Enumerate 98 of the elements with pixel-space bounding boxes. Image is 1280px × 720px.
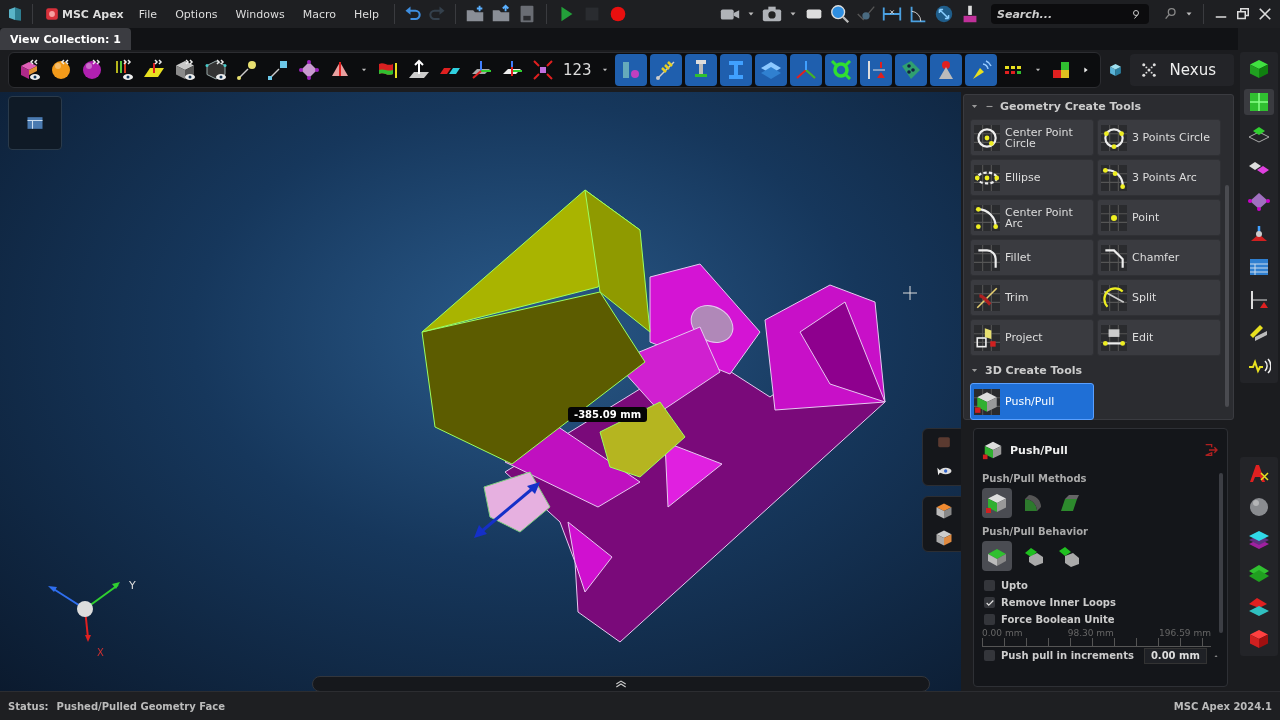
cube-icon[interactable] [1247, 57, 1271, 81]
point-tool-icon [1101, 204, 1127, 231]
checkbox[interactable] [984, 650, 995, 661]
circle-tool-icon [974, 124, 1000, 151]
part-visibility-icon[interactable] [18, 58, 42, 82]
grid-plus-icon[interactable] [1247, 90, 1271, 114]
arc-tool-icon [1101, 164, 1127, 191]
method-option[interactable] [982, 488, 1012, 518]
search-field[interactable]: Search... [991, 4, 1149, 24]
info-search-icon[interactable] [829, 3, 851, 25]
increment-field[interactable]: 0.00 mm [1143, 647, 1207, 664]
arc-tool-icon [974, 204, 1000, 231]
scale-label: 98.30 mm [1067, 628, 1114, 638]
tool-button[interactable]: 3 Points Arc [1097, 159, 1221, 196]
tool-button[interactable]: Fillet [970, 239, 1094, 276]
dots-cross-icon [1139, 61, 1158, 79]
behavior-option[interactable] [982, 541, 1012, 571]
wire-cube-visibility-icon[interactable] [204, 58, 228, 82]
direction-arrow[interactable] [474, 482, 540, 538]
menu-item[interactable]: Help [347, 5, 387, 23]
chamfer-tool-icon [1101, 244, 1127, 271]
view-widget[interactable] [8, 96, 62, 150]
group-label: Push/Pull Methods [982, 473, 1088, 484]
sphere-icon[interactable] [1247, 495, 1271, 519]
sphere-icon[interactable] [80, 58, 104, 82]
checkbox[interactable] [984, 580, 995, 591]
tool-button[interactable]: Push/Pull [970, 383, 1094, 420]
version-label: MSC Apex 2024.1 [1173, 700, 1272, 712]
status-message: Pushed/Pulled Geometry Face [56, 700, 225, 712]
option-label: Force Boolean Unite [1001, 614, 1115, 625]
scrollbar[interactable] [1219, 473, 1223, 633]
option-label: Push pull in increments [1001, 650, 1134, 661]
ring-icon[interactable] [828, 58, 853, 82]
nexus-button[interactable]: Nexus [1129, 54, 1234, 86]
tool-button[interactable]: Trim [970, 279, 1094, 316]
circle-arrows-icon[interactable] [933, 3, 955, 25]
option-label: Upto [1001, 580, 1028, 591]
tool-button[interactable]: Point [1097, 199, 1221, 236]
collapse-caret-icon[interactable] [970, 102, 979, 111]
circle-tool-icon [1101, 124, 1127, 151]
panel-handle[interactable] [312, 676, 930, 691]
group-label: Push/Pull Behavior [982, 526, 1089, 537]
dimension-label: -385.09 mm [568, 407, 648, 422]
menu-item[interactable]: Options [168, 5, 225, 23]
spring-icon[interactable] [653, 58, 678, 82]
section-title: 3D Create Tools [985, 364, 1083, 377]
section-title: Geometry Create Tools [1000, 100, 1142, 113]
point-arrow-icon[interactable] [235, 58, 259, 82]
tool-button[interactable]: Center Point Arc [970, 199, 1094, 236]
axis-label: Y [129, 579, 136, 592]
axis-label: X [97, 647, 104, 658]
scale-label: 0.00 mm [982, 628, 1023, 638]
scale-label: 196.59 mm [1159, 628, 1211, 638]
tool-button[interactable]: Edit [1097, 319, 1221, 356]
tool-button[interactable]: Project [970, 319, 1094, 356]
crosshair-cursor-icon [902, 285, 918, 301]
menu-item[interactable]: Windows [228, 5, 292, 23]
project-tool-icon [974, 324, 1000, 351]
scrollbar[interactable] [1225, 185, 1229, 407]
status-label: Status: [8, 700, 49, 712]
offset-face-icon [1057, 544, 1081, 568]
edit-tool-icon [1101, 324, 1127, 351]
exit-icon[interactable] [1203, 442, 1219, 458]
square-arrow-icon[interactable] [266, 58, 290, 82]
push-pull-icon [982, 439, 1004, 461]
search-options-icon[interactable] [1163, 6, 1179, 22]
push-pull-icon [974, 388, 1000, 415]
tool-button[interactable]: Split [1097, 279, 1221, 316]
numbering-button[interactable]: 123 [559, 61, 596, 79]
push-pull-icon [985, 491, 1009, 515]
app-logo: MSC Apex [41, 5, 128, 23]
tool-button[interactable]: 3 Points Circle [1097, 119, 1221, 156]
cube-visibility-icon[interactable] [173, 58, 197, 82]
ellipse-tool-icon [974, 164, 1000, 191]
tool-button[interactable]: Ellipse [970, 159, 1094, 196]
checkbox[interactable] [984, 614, 995, 625]
fillet-tool-icon [974, 244, 1000, 271]
mesh-icon[interactable] [297, 58, 321, 82]
collapse-caret-icon[interactable] [970, 366, 979, 375]
sphere-icon[interactable] [49, 58, 73, 82]
tool-button[interactable]: Chamfer [1097, 239, 1221, 276]
trim-tool-icon [974, 284, 1000, 311]
menu-item[interactable]: Macro [295, 5, 343, 23]
check-icon [984, 597, 995, 608]
shrink-arrows-icon[interactable] [531, 58, 555, 82]
checkbox[interactable] [984, 597, 995, 608]
view-tab[interactable]: View Collection: 1 [0, 28, 131, 50]
split-tool-icon [1101, 284, 1127, 311]
tool-button[interactable]: Center Point Circle [970, 119, 1094, 156]
axis-triad-icon [48, 582, 120, 642]
logo-icon [45, 7, 59, 21]
blocks-icon[interactable] [1247, 627, 1271, 651]
layers-icon[interactable] [1247, 528, 1271, 552]
menu-item[interactable]: File [131, 5, 165, 23]
option-label: Remove Inner Loops [1001, 597, 1116, 608]
app-icon[interactable] [6, 5, 24, 23]
close-icon[interactable] [1256, 5, 1274, 23]
panel-title: Push/Pull [1010, 443, 1069, 457]
